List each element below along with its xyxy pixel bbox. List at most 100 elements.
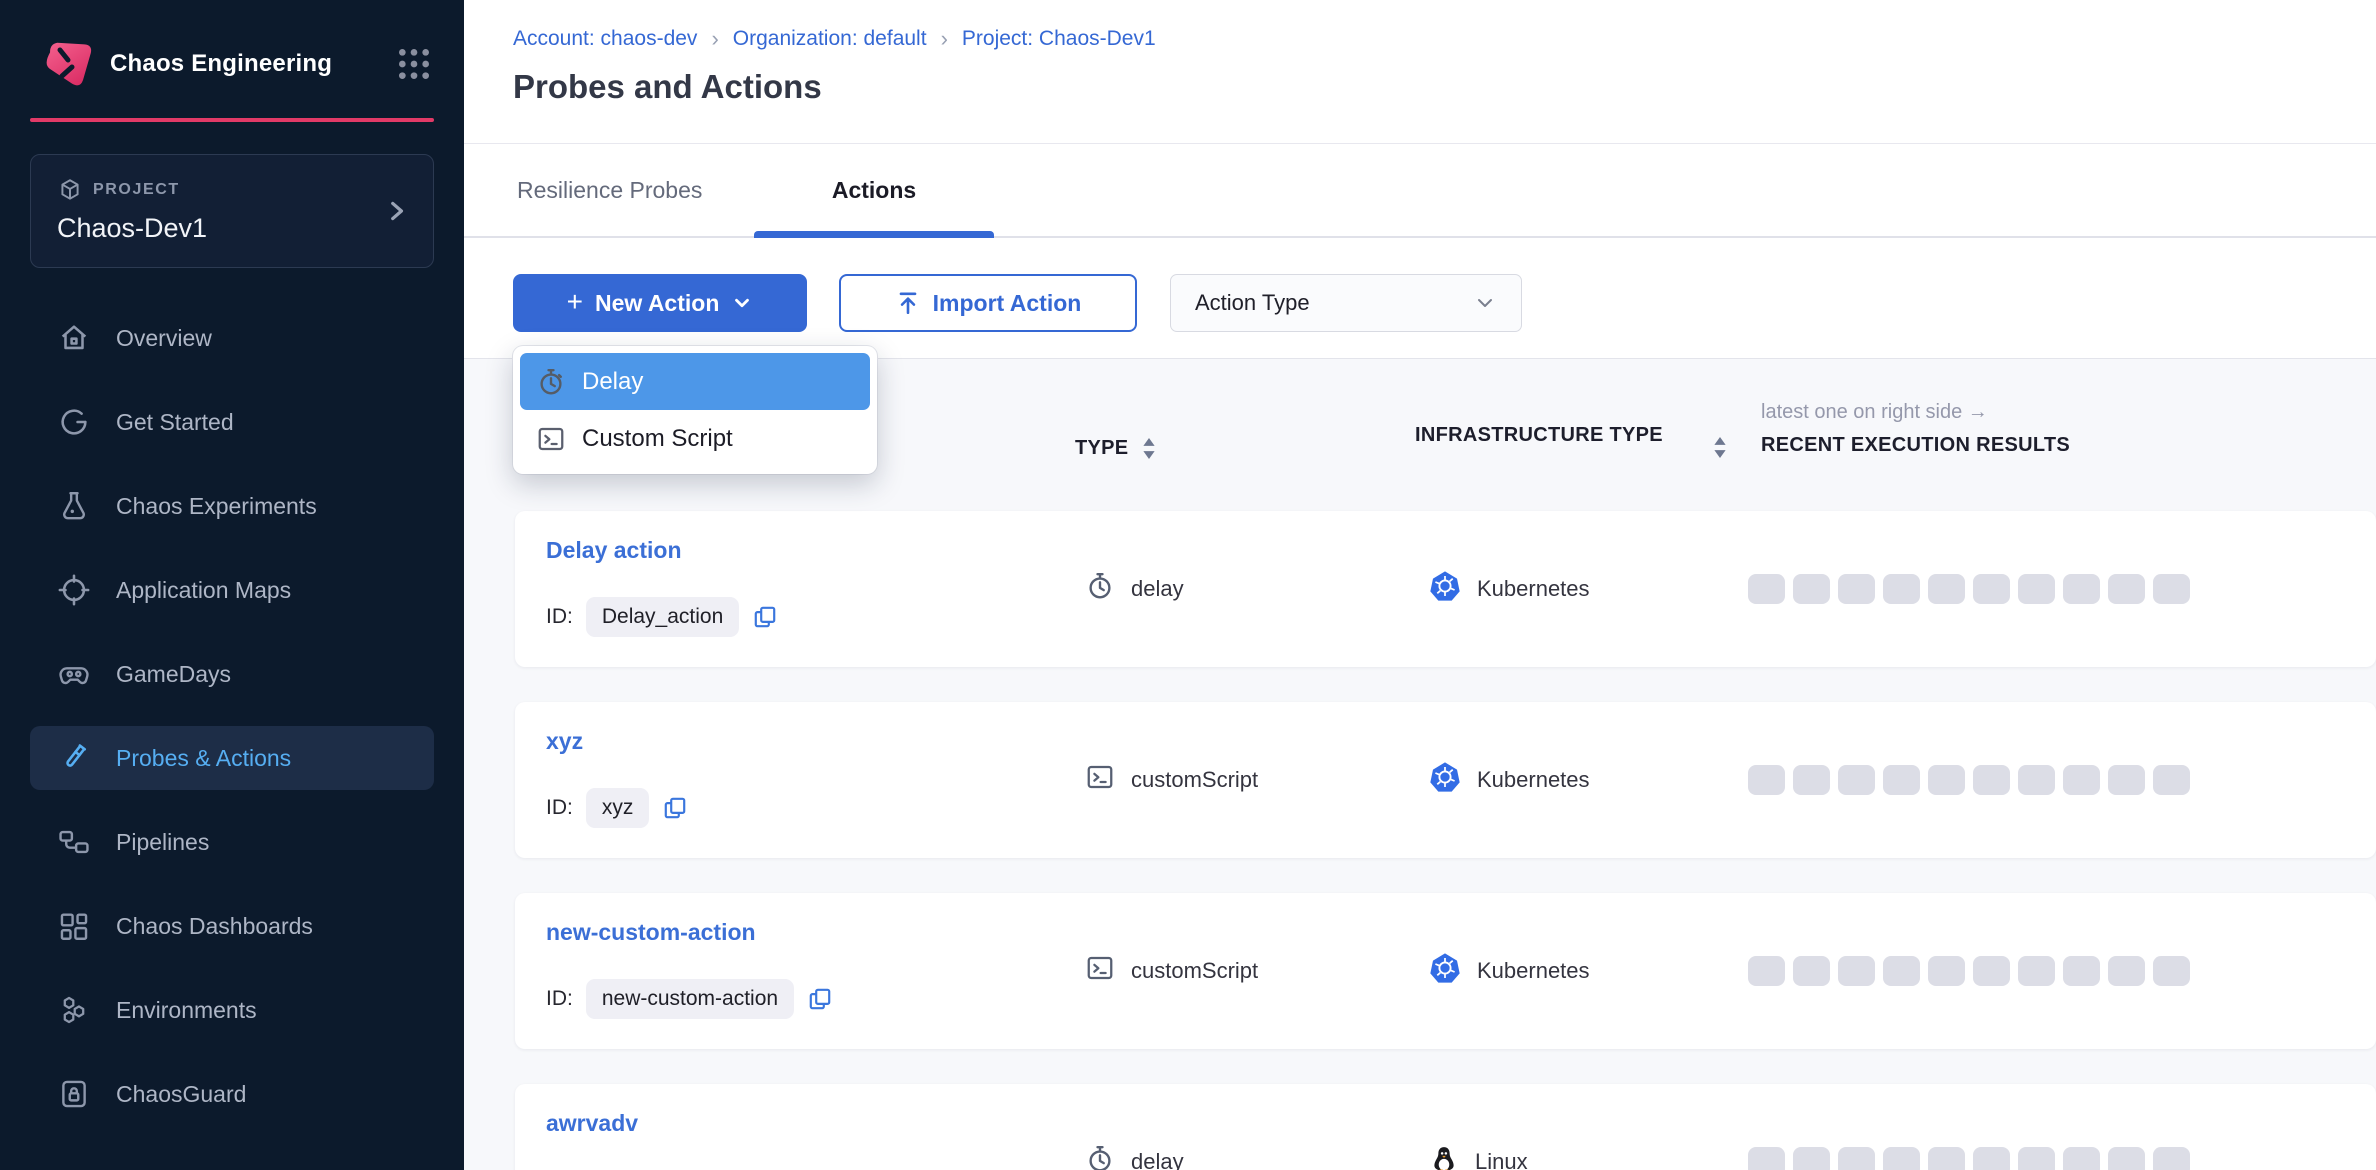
linux-icon <box>1429 1144 1459 1170</box>
execution-result-pill <box>1883 765 1920 795</box>
execution-result-pill <box>1793 574 1830 604</box>
execution-result-pill <box>1838 574 1875 604</box>
sidebar-item-gamedays[interactable]: GameDays <box>30 642 434 706</box>
page-header: Account: chaos-dev › Organization: defau… <box>464 0 2376 144</box>
page-title: Probes and Actions <box>513 68 2376 106</box>
project-name: Chaos-Dev1 <box>57 213 407 244</box>
sidebar: Chaos Engineering PROJECT Chaos-Dev1 <box>0 0 464 1170</box>
sidebar-item-application-maps[interactable]: Application Maps <box>30 558 434 622</box>
execution-results-placeholder <box>1748 956 2190 986</box>
brand-divider <box>30 118 434 122</box>
stopwatch-icon <box>1085 1144 1115 1170</box>
dashboards-icon <box>56 908 92 944</box>
import-action-button[interactable]: Import Action <box>839 274 1137 332</box>
execution-result-pill <box>1793 1147 1830 1170</box>
copy-icon[interactable] <box>752 604 778 630</box>
breadcrumb-account[interactable]: Account: chaos-dev <box>513 27 697 51</box>
execution-result-pill <box>1883 574 1920 604</box>
execution-result-pill <box>2108 1147 2145 1170</box>
terminal-icon <box>1085 762 1115 798</box>
execution-result-pill <box>1883 956 1920 986</box>
menu-item-custom-script[interactable]: Custom Script <box>520 410 870 467</box>
execution-result-pill <box>1928 1147 1965 1170</box>
action-type-filter[interactable]: Action Type <box>1170 274 1522 332</box>
sort-icon[interactable] <box>1713 437 1727 458</box>
breadcrumb-project[interactable]: Project: Chaos-Dev1 <box>962 27 1156 51</box>
crosshair-icon <box>56 572 92 608</box>
execution-result-pill <box>2018 574 2055 604</box>
action-name-link[interactable]: awrvadv <box>546 1110 638 1137</box>
execution-result-pill <box>1838 956 1875 986</box>
sidebar-item-chaos-dashboards[interactable]: Chaos Dashboards <box>30 894 434 958</box>
upload-icon <box>895 290 921 316</box>
action-id-badge: new-custom-action <box>586 979 794 1019</box>
sidebar-item-chaos-experiments[interactable]: Chaos Experiments <box>30 474 434 538</box>
kubernetes-icon <box>1429 952 1461 990</box>
execution-result-pill <box>2108 574 2145 604</box>
active-tab-indicator <box>754 231 994 238</box>
execution-result-pill <box>1838 765 1875 795</box>
execution-results-placeholder <box>1748 1147 2190 1170</box>
execution-result-pill <box>2153 956 2190 986</box>
tab-resilience-probes[interactable]: Resilience Probes <box>517 177 738 204</box>
action-name-link[interactable]: new-custom-action <box>546 919 756 946</box>
action-row: Delay action ID: Delay_action delay <box>515 511 2376 667</box>
execution-result-pill <box>1838 1147 1875 1170</box>
execution-result-pill <box>2063 1147 2100 1170</box>
tab-actions[interactable]: Actions <box>754 144 994 236</box>
sidebar-item-pipelines[interactable]: Pipelines <box>30 810 434 874</box>
execution-result-pill <box>2153 574 2190 604</box>
chevron-down-icon <box>731 292 753 314</box>
execution-result-pill <box>2108 765 2145 795</box>
app-root: Chaos Engineering PROJECT Chaos-Dev1 <box>0 0 2376 1170</box>
get-started-icon <box>56 404 92 440</box>
execution-result-pill <box>2063 574 2100 604</box>
sidebar-item-get-started[interactable]: Get Started <box>30 390 434 454</box>
flask-icon <box>56 488 92 524</box>
terminal-icon <box>536 424 566 454</box>
pipelines-icon <box>56 824 92 860</box>
new-action-button[interactable]: + New Action <box>513 274 807 332</box>
execution-result-pill <box>1973 1147 2010 1170</box>
toolbar: + New Action Import Action Action Type <box>464 238 2376 358</box>
sidebar-item-chaosguard[interactable]: ChaosGuard <box>30 1062 434 1126</box>
execution-results-placeholder <box>1748 765 2190 795</box>
gamepad-icon <box>56 656 92 692</box>
sidebar-item-environments[interactable]: Environments <box>30 978 434 1042</box>
breadcrumb-separator: › <box>711 26 718 52</box>
execution-result-pill <box>2018 765 2055 795</box>
execution-result-pill <box>1748 956 1785 986</box>
project-selector[interactable]: PROJECT Chaos-Dev1 <box>30 154 434 268</box>
action-id-badge: Delay_action <box>586 597 739 637</box>
sidebar-item-overview[interactable]: Overview <box>30 306 434 370</box>
execution-result-pill <box>1793 956 1830 986</box>
main-content: Account: chaos-dev › Organization: defau… <box>464 0 2376 1170</box>
action-name-link[interactable]: xyz <box>546 728 583 755</box>
copy-icon[interactable] <box>662 795 688 821</box>
execution-result-pill <box>2153 1147 2190 1170</box>
execution-result-pill <box>2063 956 2100 986</box>
menu-item-delay[interactable]: Delay <box>520 353 870 410</box>
execution-result-pill <box>2153 765 2190 795</box>
action-name-link[interactable]: Delay action <box>546 537 682 564</box>
breadcrumb: Account: chaos-dev › Organization: defau… <box>513 26 2376 52</box>
app-switcher-icon[interactable] <box>394 44 434 84</box>
execution-result-pill <box>1973 956 2010 986</box>
copy-icon[interactable] <box>807 986 833 1012</box>
recent-results-note: latest one on right side → <box>1761 401 2070 424</box>
sort-icon[interactable] <box>1142 438 1156 459</box>
breadcrumb-organization[interactable]: Organization: default <box>733 27 927 51</box>
harness-chaos-logo <box>38 36 94 92</box>
brand-row: Chaos Engineering <box>0 0 464 92</box>
new-action-menu: Delay Custom Script <box>513 346 877 474</box>
stopwatch-icon <box>536 367 566 397</box>
execution-result-pill <box>1883 1147 1920 1170</box>
sidebar-item-probes-actions[interactable]: Probes & Actions <box>30 726 434 790</box>
chevron-down-icon <box>1473 291 1497 315</box>
column-header-recent-results: RECENT EXECUTION RESULTS <box>1761 434 2070 457</box>
execution-result-pill <box>1973 574 2010 604</box>
tab-bar: Resilience Probes Actions <box>464 144 2376 238</box>
execution-result-pill <box>1928 956 1965 986</box>
cube-icon <box>57 177 83 203</box>
execution-result-pill <box>1748 574 1785 604</box>
